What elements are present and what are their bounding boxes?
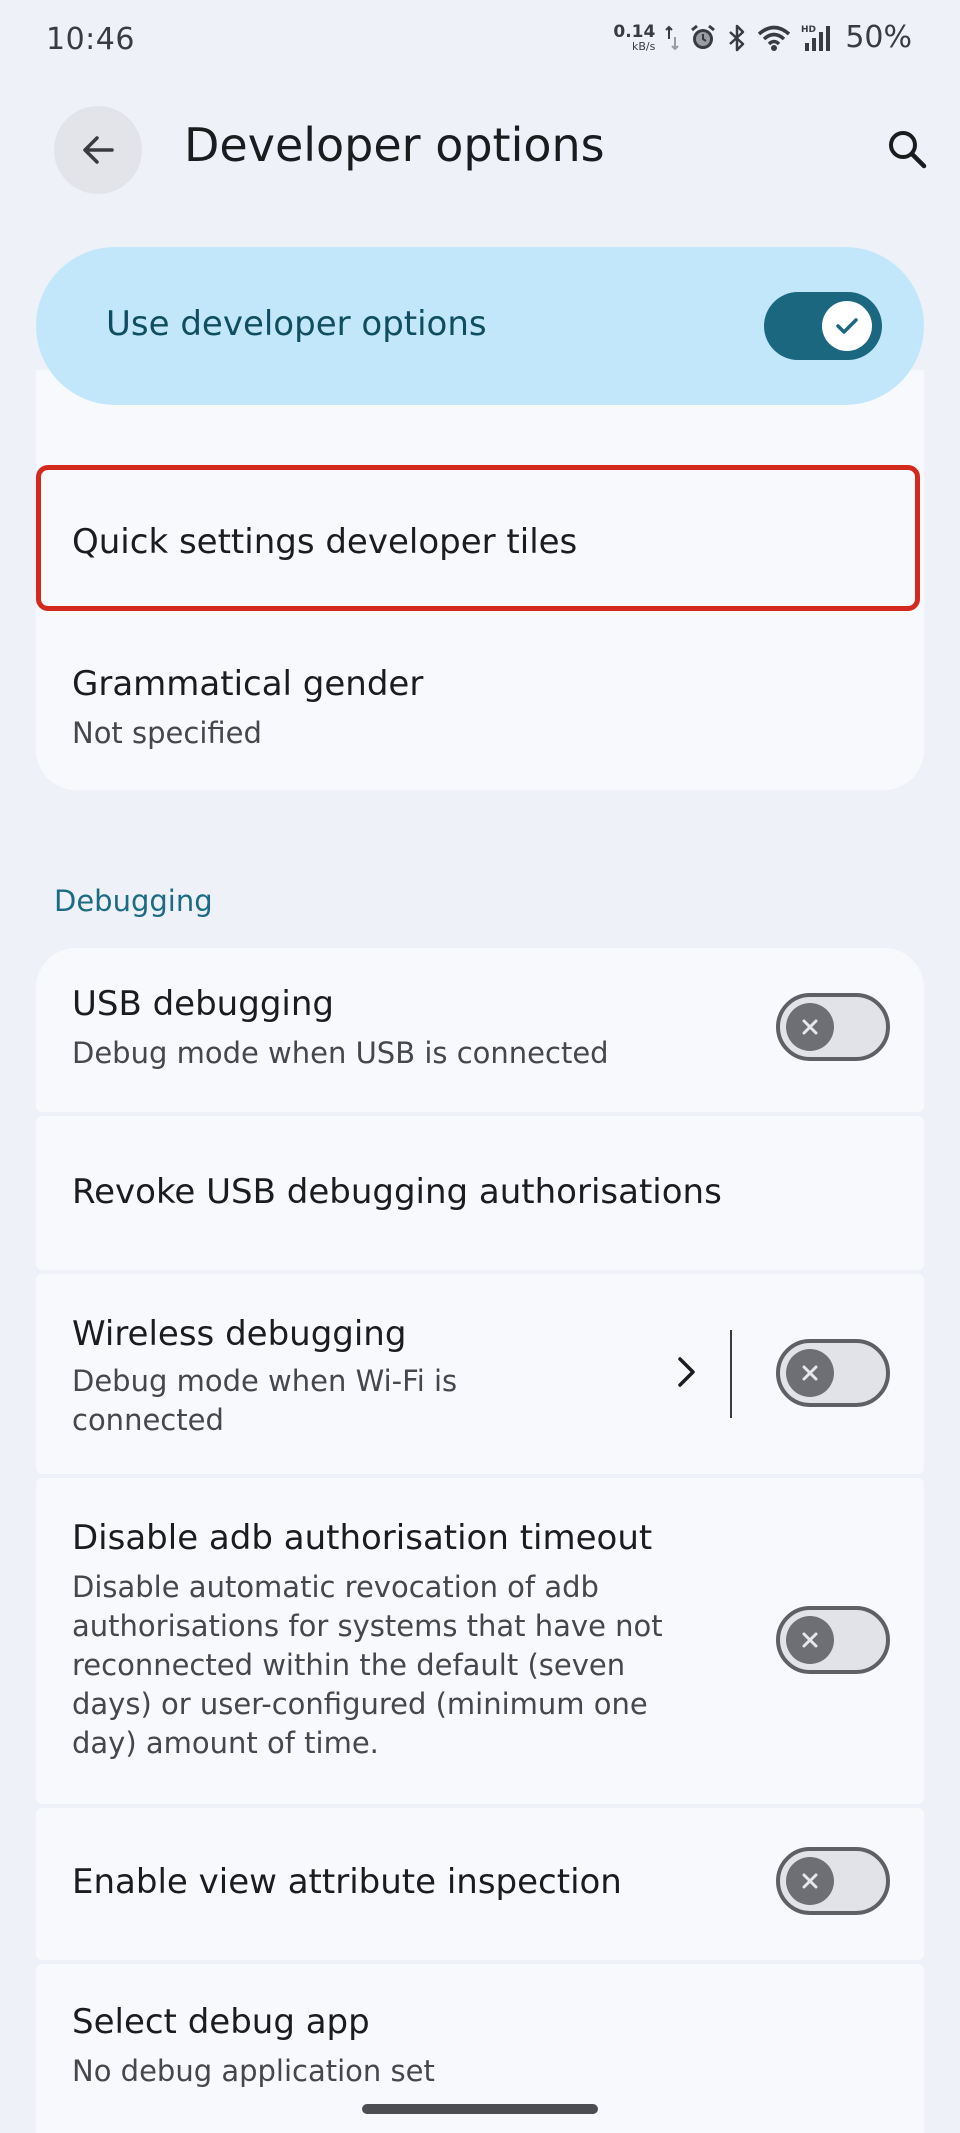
- wireless-debugging-open[interactable]: [666, 1352, 706, 1392]
- wifi-icon: [758, 25, 791, 51]
- select-debug-app-title: Select debug app: [72, 2002, 370, 2042]
- svg-text:HD: HD: [801, 25, 816, 35]
- grammatical-gender-title: Grammatical gender: [72, 664, 424, 704]
- toggle-knob: [786, 1003, 834, 1051]
- use-developer-options-toggle[interactable]: [764, 292, 882, 360]
- gesture-nav-handle[interactable]: [362, 2104, 598, 2114]
- usb-debugging-subtitle: Debug mode when USB is connected: [72, 1036, 609, 1070]
- search-button[interactable]: [876, 118, 938, 180]
- close-icon: [802, 1019, 818, 1035]
- use-developer-options-label: Use developer options: [106, 304, 487, 344]
- grammatical-gender-row[interactable]: [36, 636, 924, 790]
- alarm-icon: [691, 24, 716, 49]
- grammatical-gender-subtitle: Not specified: [72, 716, 262, 750]
- search-icon: [889, 131, 927, 169]
- section-header-debugging: Debugging: [54, 884, 213, 918]
- network-speed: 0.14 kB/s: [613, 21, 656, 53]
- cellular-signal-icon: HD: [801, 25, 831, 51]
- revoke-usb-title: Revoke USB debugging authorisations: [72, 1172, 722, 1212]
- close-icon: [802, 1632, 818, 1648]
- select-debug-app-subtitle: No debug application set: [72, 2054, 435, 2088]
- arrow-back-icon: [83, 136, 114, 164]
- wireless-debugging-subtitle: Debug mode when Wi-Fi is connected: [72, 1364, 458, 1437]
- page-title: Developer options: [184, 118, 605, 172]
- view-attribute-title: Enable view attribute inspection: [72, 1862, 622, 1902]
- network-speed-unit: kB/s: [631, 39, 656, 53]
- toggle-knob: [822, 301, 872, 351]
- usb-debugging-toggle[interactable]: [776, 993, 890, 1061]
- chevron-right-icon: [678, 1357, 695, 1387]
- check-icon: [836, 318, 858, 334]
- wireless-debugging-title: Wireless debugging: [72, 1314, 407, 1354]
- toggle-knob: [786, 1857, 834, 1905]
- view-attribute-toggle[interactable]: [776, 1847, 890, 1915]
- close-icon: [802, 1365, 818, 1381]
- adb-timeout-subtitle: Disable automatic revocation of adb auth…: [72, 1570, 663, 1760]
- adb-timeout-title: Disable adb authorisation timeout: [72, 1518, 653, 1558]
- battery-level: 50%: [845, 20, 912, 55]
- usb-debugging-title: USB debugging: [72, 984, 334, 1024]
- network-speed-value: 0.14: [613, 21, 656, 42]
- bluetooth-icon: [729, 24, 745, 51]
- toggle-knob: [786, 1616, 834, 1664]
- data-arrows-icon: [665, 25, 680, 50]
- adb-timeout-toggle[interactable]: [776, 1606, 890, 1674]
- status-time: 10:46: [46, 22, 135, 57]
- status-icons: 0.14 kB/s HD 50%: [613, 20, 912, 55]
- toggle-knob: [786, 1349, 834, 1397]
- highlight-box: [36, 465, 920, 611]
- close-icon: [802, 1873, 818, 1889]
- vertical-divider: [730, 1330, 732, 1418]
- wireless-debugging-toggle[interactable]: [776, 1339, 890, 1407]
- back-button[interactable]: [54, 106, 142, 194]
